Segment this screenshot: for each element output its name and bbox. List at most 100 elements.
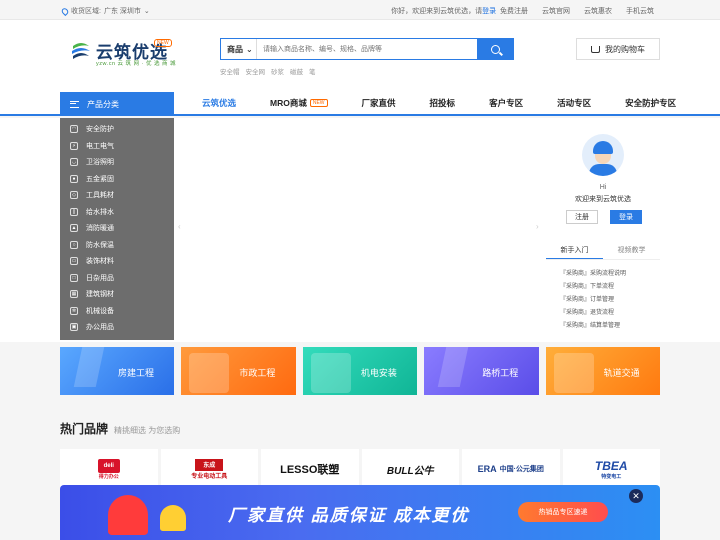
hot-brands-header: 热门品牌 精挑细选 为您选购 (60, 420, 180, 437)
nav-item-customer[interactable]: 客户专区 (489, 92, 523, 116)
search-input[interactable] (257, 39, 477, 59)
fire-icon: ▲ (70, 224, 78, 233)
logo-new-badge: NEW (154, 39, 172, 47)
side-menu-item[interactable]: ▭ 装饰材料 (60, 253, 174, 270)
nav-item-factory-direct[interactable]: 厂家直供 (362, 92, 396, 116)
tile-rail-transit[interactable]: 轨道交通 (545, 347, 661, 395)
register-button[interactable]: 注册 (566, 210, 598, 224)
user-greeting: Hi (599, 184, 607, 191)
search-icon (490, 44, 500, 54)
login-link[interactable]: 登录 (482, 8, 496, 15)
nav-item-bidding[interactable]: 招投标 (430, 92, 456, 116)
category-menu-toggle[interactable]: 产品分类 (60, 92, 174, 116)
side-menu-item[interactable]: □ 日杂用品 (60, 270, 174, 287)
side-menu-item[interactable]: ● 五金紧固 (60, 171, 174, 188)
user-welcome: 欢迎来到云筑优选 (575, 196, 631, 203)
nav-items: 云筑优选 MRO商城 NEW 厂家直供 招投标 客户专区 活动专区 安全防护专区 (202, 92, 710, 116)
project-category-tiles: 房建工程 市政工程 机电安装 路桥工程 轨道交通 (60, 347, 661, 395)
lamp-icon: ◡ (70, 158, 78, 167)
guide-link[interactable]: 『采购商』下单流程 (560, 281, 626, 294)
brand-dongcheng[interactable]: 东成 专业电动工具 (160, 449, 258, 489)
logo-sub: yzw.cn 云 筑 网 · 优 选 商 城 (96, 61, 177, 67)
steel-icon: ▦ (70, 290, 78, 299)
helmet-illustration (108, 495, 148, 535)
welcome-text: 你好，欢迎来到云筑优选，请登录 免费注册 (391, 8, 528, 15)
hot-search-words: 安全帽 安全网 砂浆 磁鼓 笔 (220, 66, 316, 76)
gear-icon: ✲ (70, 306, 78, 315)
chevron-down-icon: ⌄ (143, 8, 150, 15)
avatar (582, 134, 624, 176)
location-pin-icon (60, 6, 70, 16)
user-panel: Hi 欢迎来到云筑优选 注册 登录 新手入门 视频教学 『采购商』采购流程说明 … (546, 118, 660, 340)
nav-item-safety[interactable]: 安全防护专区 (625, 92, 676, 116)
brand-lesso[interactable]: LESSO联塑 (261, 449, 359, 489)
logo[interactable]: 云筑优选 NEW yzw.cn 云 筑 网 · 优 选 商 城 (70, 38, 180, 70)
train-illustration (553, 353, 594, 393)
new-badge: NEW (309, 99, 328, 107)
top-link-mobile[interactable]: 手机云筑 (626, 6, 654, 16)
close-icon[interactable]: ✕ (629, 489, 643, 503)
location-value[interactable]: 广东 深圳市 (104, 6, 141, 16)
brand-deli[interactable]: deli 得力办公 (60, 449, 158, 489)
side-menu-item[interactable]: ✲ 机械设备 (60, 303, 174, 320)
drop-icon: ○ (70, 240, 78, 249)
hotword[interactable]: 安全帽 (220, 66, 240, 76)
cart-icon (591, 45, 600, 53)
top-link-agri[interactable]: 云筑惠农 (584, 6, 612, 16)
side-menu-item[interactable]: ⚡ 电工电气 (60, 138, 174, 155)
side-menu-item[interactable]: ◠ 安全防护 (60, 121, 174, 138)
side-menu-item[interactable]: ▲ 消防暖通 (60, 220, 174, 237)
brand-era[interactable]: ERA 中国·公元集团 (462, 449, 560, 489)
guide-tabs: 新手入门 视频教学 (546, 242, 660, 260)
guide-link[interactable]: 『采购商』采购流程说明 (560, 268, 626, 281)
hotword[interactable]: 磁鼓 (290, 66, 303, 76)
hot-brands-title: 热门品牌 (60, 422, 109, 436)
excavator-illustration (189, 353, 230, 393)
hotword[interactable]: 砂浆 (271, 66, 284, 76)
nav-item-activity[interactable]: 活动专区 (557, 92, 591, 116)
guide-list: 『采购商』采购流程说明 『采购商』下单流程 『采购商』订单管理 『采购商』退货流… (560, 268, 626, 333)
page: 收货区域: 广东 深圳市 ⌄ 你好，欢迎来到云筑优选，请登录 免费注册 云筑官网… (0, 0, 720, 540)
tile-road-bridge[interactable]: 路桥工程 (424, 347, 539, 395)
register-link[interactable]: 免费注册 (500, 8, 528, 15)
top-link-official[interactable]: 云筑官网 (542, 6, 570, 16)
brand-list: deli 得力办公 东成 专业电动工具 LESSO联塑 BULL公牛 ERA 中国·公… (60, 449, 660, 489)
tile-municipal[interactable]: 市政工程 (181, 347, 296, 395)
motor-illustration (310, 353, 351, 393)
login-button[interactable]: 登录 (610, 210, 642, 224)
guide-link[interactable]: 『采购商』订单管理 (560, 294, 626, 307)
side-menu-item[interactable]: ▣ 办公用品 (60, 319, 174, 336)
tile-mep[interactable]: 机电安装 (302, 347, 418, 395)
tile-building[interactable]: 房建工程 (60, 347, 175, 395)
promo-slogan: 厂家直供 品质保证 成本更优 (228, 506, 470, 525)
tab-beginner[interactable]: 新手入门 (546, 242, 603, 259)
search-button[interactable] (477, 39, 513, 59)
side-menu-item[interactable]: ○ 防水保温 (60, 237, 174, 254)
carousel-prev-icon[interactable]: ‹ (178, 222, 181, 231)
hotword[interactable]: 笔 (309, 66, 316, 76)
carousel-next-icon[interactable]: › (536, 222, 539, 231)
category-side-menu: ◠ 安全防护 ⚡ 电工电气 ◡ 卫浴照明 ● 五金紧固 ◇ 工具耗材 ∥ 给水排水 ▲ 消防暖… (60, 118, 174, 340)
bag-icon: □ (70, 273, 78, 282)
promo-cta-button[interactable]: 热销品专区速递 (518, 502, 608, 522)
top-bar: 收货区域: 广东 深圳市 ⌄ 你好，欢迎来到云筑优选，请登录 免费注册 云筑官网… (0, 0, 720, 20)
side-menu-item[interactable]: ▦ 建筑钢材 (60, 286, 174, 303)
brand-tbea[interactable]: TBEA 特变电工 (562, 449, 660, 489)
nav-item-yzw-select[interactable]: 云筑优选 (202, 92, 236, 116)
brand-bull[interactable]: BULL公牛 (361, 449, 459, 489)
location-selector[interactable]: 收货区域: 广东 深圳市 ⌄ (60, 6, 150, 16)
side-menu-item[interactable]: ∥ 给水排水 (60, 204, 174, 221)
guide-link[interactable]: 『采购商』结算单管理 (560, 320, 626, 333)
cart-button[interactable]: 我的购物车 (576, 38, 660, 60)
side-menu-item[interactable]: ◡ 卫浴照明 (60, 154, 174, 171)
brush-icon: ▭ (70, 257, 78, 266)
logo-mark-icon (72, 43, 90, 59)
search-category-select[interactable]: 商品 (221, 39, 257, 59)
guide-link[interactable]: 『采购商』退货流程 (560, 307, 626, 320)
tab-video[interactable]: 视频教学 (603, 242, 660, 259)
promo-banner[interactable]: 厂家直供 品质保证 成本更优 热销品专区速递 ✕ (60, 485, 660, 540)
top-links: 你好，欢迎来到云筑优选，请登录 免费注册 云筑官网 云筑惠农 手机云筑 (391, 6, 654, 16)
nav-item-mro[interactable]: MRO商城 NEW (270, 92, 328, 116)
side-menu-item[interactable]: ◇ 工具耗材 (60, 187, 174, 204)
hotword[interactable]: 安全网 (246, 66, 266, 76)
